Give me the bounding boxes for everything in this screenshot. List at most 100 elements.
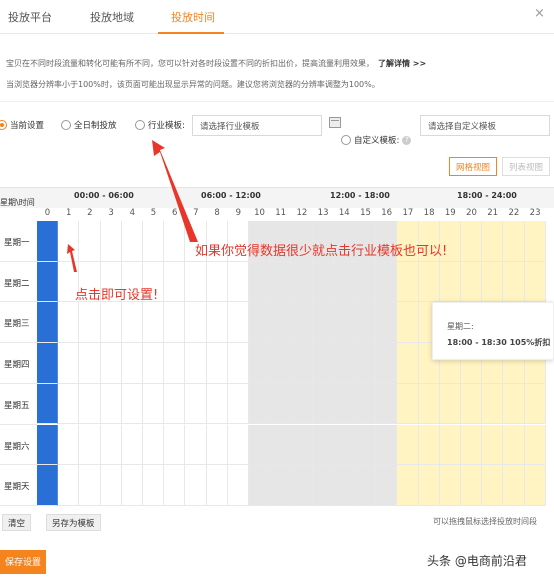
time-cell[interactable] — [461, 424, 483, 466]
time-cell[interactable] — [312, 302, 334, 344]
calendar-icon[interactable] — [329, 117, 341, 128]
learn-more-link[interactable]: 了解详情 >> — [378, 59, 426, 68]
time-cell[interactable] — [291, 465, 313, 506]
time-cell[interactable] — [312, 465, 334, 506]
time-cell[interactable] — [100, 424, 122, 466]
time-cell[interactable] — [249, 383, 271, 425]
time-cell[interactable] — [164, 302, 186, 344]
time-cell[interactable] — [503, 424, 525, 466]
clear-button[interactable]: 清空 — [2, 514, 32, 531]
time-cell[interactable] — [206, 383, 228, 425]
time-cell[interactable] — [249, 343, 271, 384]
tab-region[interactable]: 投放地域 — [90, 9, 134, 25]
time-cell[interactable] — [439, 424, 461, 466]
time-cell[interactable] — [291, 424, 313, 466]
time-cell[interactable] — [58, 465, 80, 506]
time-cell[interactable] — [291, 261, 313, 303]
radio-all-day[interactable]: 全日制投放 — [61, 119, 117, 131]
time-cell[interactable] — [524, 383, 546, 425]
time-cell[interactable] — [206, 465, 228, 506]
time-cell[interactable] — [482, 221, 504, 262]
time-cell[interactable] — [164, 465, 186, 506]
time-cell[interactable] — [270, 383, 292, 425]
time-cell[interactable] — [355, 343, 377, 384]
time-cell[interactable] — [100, 302, 122, 344]
time-cell[interactable] — [100, 221, 122, 262]
time-cell[interactable] — [185, 302, 207, 344]
time-cell[interactable] — [121, 221, 143, 262]
time-cell[interactable] — [418, 261, 440, 303]
time-cell[interactable] — [461, 261, 483, 303]
time-cell[interactable] — [37, 261, 59, 303]
time-cell[interactable] — [524, 261, 546, 303]
time-cell[interactable] — [79, 424, 101, 466]
time-cell[interactable] — [270, 465, 292, 506]
help-icon[interactable]: ? — [402, 135, 412, 145]
time-cell[interactable] — [397, 343, 419, 384]
time-cell[interactable] — [461, 383, 483, 425]
time-cell[interactable] — [376, 343, 398, 384]
time-cell[interactable] — [143, 343, 165, 384]
time-cell[interactable] — [270, 261, 292, 303]
time-cell[interactable] — [79, 221, 101, 262]
time-cell[interactable] — [503, 465, 525, 506]
time-cell[interactable] — [100, 383, 122, 425]
time-cell[interactable] — [524, 424, 546, 466]
time-cell[interactable] — [397, 261, 419, 303]
time-cell[interactable] — [270, 424, 292, 466]
time-cell[interactable] — [227, 383, 249, 425]
time-cell[interactable] — [333, 383, 355, 425]
time-cell[interactable] — [333, 424, 355, 466]
time-cell[interactable] — [482, 383, 504, 425]
time-cell[interactable] — [291, 343, 313, 384]
tab-time[interactable]: 投放时间 — [171, 9, 215, 25]
time-cell[interactable] — [503, 383, 525, 425]
time-cell[interactable] — [185, 424, 207, 466]
time-cell[interactable] — [185, 383, 207, 425]
time-cell[interactable] — [439, 383, 461, 425]
time-cell[interactable] — [121, 302, 143, 344]
time-cell[interactable] — [482, 424, 504, 466]
time-cell[interactable] — [291, 302, 313, 344]
time-cell[interactable] — [249, 424, 271, 466]
time-cell[interactable] — [227, 465, 249, 506]
time-cell[interactable] — [524, 465, 546, 506]
time-cell[interactable] — [439, 465, 461, 506]
time-cell[interactable] — [37, 302, 59, 344]
time-cell[interactable] — [121, 343, 143, 384]
time-cell[interactable] — [37, 343, 59, 384]
time-cell[interactable] — [164, 343, 186, 384]
time-cell[interactable] — [333, 465, 355, 506]
time-cell[interactable] — [355, 302, 377, 344]
time-cell[interactable] — [121, 465, 143, 506]
radio-industry-template[interactable]: 行业模板: — [135, 119, 185, 131]
time-cell[interactable] — [58, 221, 80, 262]
time-cell[interactable] — [397, 424, 419, 466]
time-cell[interactable] — [37, 424, 59, 466]
time-cell[interactable] — [355, 465, 377, 506]
time-cell[interactable] — [376, 302, 398, 344]
time-cell[interactable] — [58, 424, 80, 466]
time-cell[interactable] — [58, 383, 80, 425]
time-cell[interactable] — [164, 261, 186, 303]
time-cell[interactable] — [227, 261, 249, 303]
time-cell[interactable] — [79, 383, 101, 425]
time-cell[interactable] — [249, 302, 271, 344]
time-cell[interactable] — [397, 465, 419, 506]
list-view-button[interactable]: 列表视图 — [502, 157, 551, 176]
time-cell[interactable] — [143, 383, 165, 425]
time-cell[interactable] — [397, 383, 419, 425]
time-cell[interactable] — [312, 343, 334, 384]
time-cell[interactable] — [333, 261, 355, 303]
time-cell[interactable] — [227, 343, 249, 384]
time-cell[interactable] — [355, 424, 377, 466]
time-cell[interactable] — [206, 302, 228, 344]
tab-platform[interactable]: 投放平台 — [8, 9, 52, 25]
time-cell[interactable] — [58, 343, 80, 384]
time-cell[interactable] — [503, 221, 525, 262]
time-cell[interactable] — [376, 424, 398, 466]
time-cell[interactable] — [185, 465, 207, 506]
time-cell[interactable] — [461, 221, 483, 262]
time-cell[interactable] — [333, 302, 355, 344]
time-cell[interactable] — [143, 302, 165, 344]
